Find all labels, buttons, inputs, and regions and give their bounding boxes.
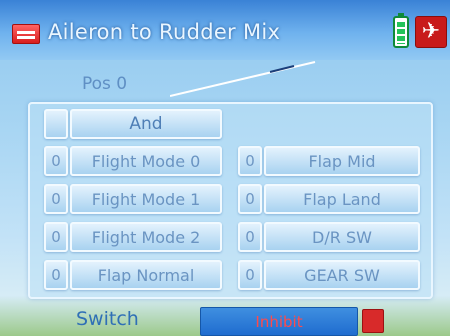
operator-selector-box[interactable] bbox=[44, 109, 68, 139]
condition-value-dr-sw[interactable]: 0 bbox=[238, 222, 262, 252]
page-title: Aileron to Rudder Mix bbox=[48, 20, 281, 44]
position-label: Pos 0 bbox=[82, 74, 128, 94]
condition-value-flap-normal[interactable]: 0 bbox=[44, 260, 68, 290]
condition-value-flight-mode-0[interactable]: 0 bbox=[44, 146, 68, 176]
condition-value-gear-sw[interactable]: 0 bbox=[238, 260, 262, 290]
condition-button-flap-land[interactable]: Flap Land bbox=[264, 184, 420, 214]
condition-button-flap-mid[interactable]: Flap Mid bbox=[264, 146, 420, 176]
condition-button-dr-sw[interactable]: D/R SW bbox=[264, 222, 420, 252]
battery-icon bbox=[393, 13, 409, 48]
position-indicator-line bbox=[170, 61, 316, 97]
condition-value-flight-mode-1[interactable]: 0 bbox=[44, 184, 68, 214]
condition-value-flight-mode-2[interactable]: 0 bbox=[44, 222, 68, 252]
switch-value-selector[interactable]: Inhibit bbox=[200, 307, 358, 336]
switch-indicator-icon[interactable] bbox=[362, 309, 384, 333]
logic-operator-button[interactable]: And bbox=[70, 109, 222, 139]
condition-value-flap-land[interactable]: 0 bbox=[238, 184, 262, 214]
condition-button-flap-normal[interactable]: Flap Normal bbox=[70, 260, 222, 290]
condition-button-flight-mode-1[interactable]: Flight Mode 1 bbox=[70, 184, 222, 214]
condition-button-flight-mode-2[interactable]: Flight Mode 2 bbox=[70, 222, 222, 252]
model-menu-icon[interactable] bbox=[12, 24, 40, 44]
condition-button-gear-sw[interactable]: GEAR SW bbox=[264, 260, 420, 290]
aircraft-model-icon[interactable]: ✈ bbox=[415, 16, 447, 48]
switch-label: Switch bbox=[76, 308, 139, 330]
condition-button-flight-mode-0[interactable]: Flight Mode 0 bbox=[70, 146, 222, 176]
condition-value-flap-mid[interactable]: 0 bbox=[238, 146, 262, 176]
